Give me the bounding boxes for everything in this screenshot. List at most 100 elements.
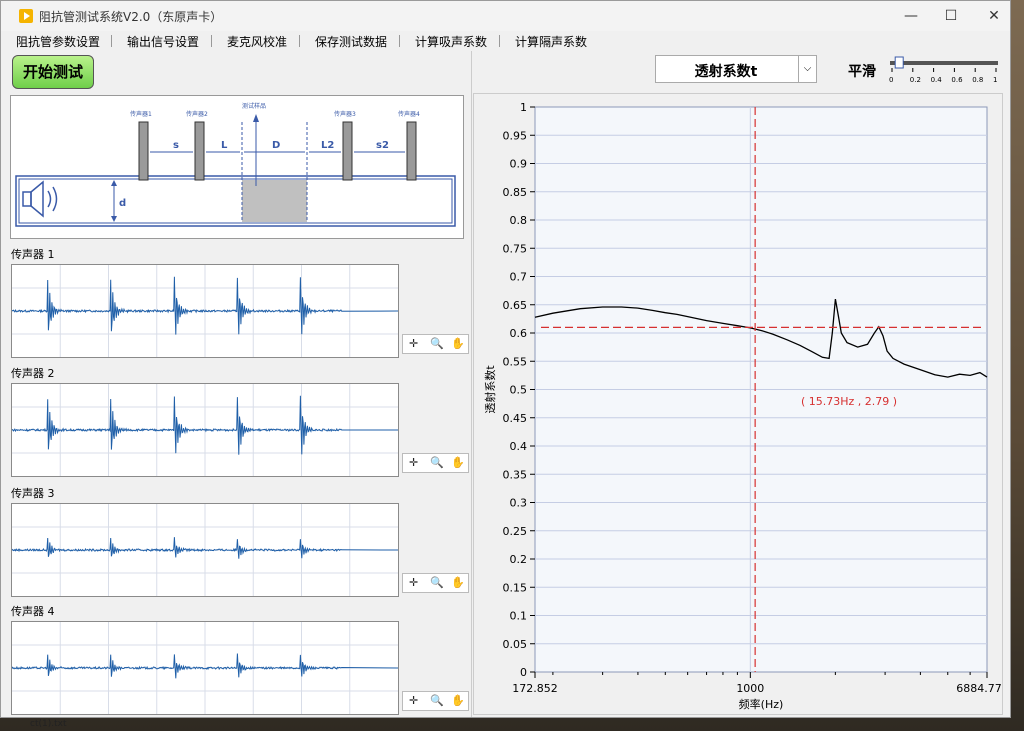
mic-label: 传声器4: [398, 110, 420, 118]
slider-tick-label: 1: [993, 76, 997, 84]
crosshair-icon[interactable]: ✛: [409, 694, 418, 707]
sample-label: 测试样品: [242, 102, 266, 110]
y-tick-label: 0.4: [510, 440, 528, 453]
scope-toolbar: ✛ 🔍 ✋: [402, 453, 469, 473]
menu-bar: 阻抗管参数设置 输出信号设置 麦克风校准 保存测试数据 计算吸声系数 计算隔声系…: [1, 31, 1010, 51]
slider-tick-label: 0.2: [910, 76, 921, 84]
impedance-tube-diagram: s L D L2 s2 d 传声器1 传声器2 传声器3 传声器4 测试样品: [10, 95, 464, 239]
y-tick-label: 0.35: [503, 468, 528, 481]
y-axis-label: 透射系数t: [483, 365, 497, 414]
speaker-icon: [22, 180, 58, 218]
window-title: 阻抗管测试系统V2.0（东原声卡）: [39, 10, 223, 24]
pan-hand-icon[interactable]: ✋: [451, 576, 465, 589]
menu-separator: [399, 35, 400, 47]
title-bar: 阻抗管测试系统V2.0（东原声卡） — ☐ ✕: [1, 1, 1010, 31]
waveform-scope[interactable]: [11, 621, 399, 715]
menu-mic-calibration[interactable]: 麦克风校准: [227, 33, 287, 50]
cursor-readout: ( 15.73Hz , 2.79 ): [801, 395, 897, 408]
pan-hand-icon[interactable]: ✋: [451, 456, 465, 469]
scope-label: 传声器 3: [11, 487, 55, 500]
y-tick-label: 0.1: [510, 610, 528, 623]
test-sample: [242, 180, 307, 222]
zoom-icon[interactable]: 🔍: [430, 337, 444, 350]
x-axis-label: 频率(Hz): [739, 697, 784, 711]
y-tick-label: 0.3: [510, 497, 528, 510]
slider-tick-label: 0.8: [972, 76, 983, 84]
app-logo-icon: [19, 9, 33, 23]
scope-label: 传声器 2: [11, 367, 55, 380]
minimize-button[interactable]: —: [901, 6, 921, 26]
slider-thumb[interactable]: [894, 56, 904, 69]
crosshair-icon[interactable]: ✛: [409, 337, 418, 350]
x-tick-label: 1000: [736, 682, 764, 695]
slider-tick-label: 0.4: [931, 76, 943, 84]
x-tick-label: 6884.77: [956, 682, 1002, 695]
menu-separator: [299, 35, 300, 47]
mic-label: 传声器3: [334, 110, 356, 118]
start-test-button[interactable]: 开始测试: [12, 55, 94, 89]
waveform-scope[interactable]: [11, 383, 399, 477]
plot-type-value: 透射系数t: [694, 64, 758, 80]
waveform-scope[interactable]: [11, 264, 399, 358]
y-tick-label: 0.9: [510, 158, 528, 171]
desktop-file-label: ct(1).txt: [30, 719, 67, 729]
menu-separator: [211, 35, 212, 47]
smooth-slider[interactable]: 0 0.2 0.4 0.6 0.8 1: [886, 55, 1001, 85]
maximize-button[interactable]: ☐: [941, 6, 961, 26]
dimension-label: s2: [376, 140, 389, 151]
scope-toolbar: ✛ 🔍 ✋: [402, 334, 469, 354]
y-tick-label: 0.05: [503, 638, 528, 651]
y-tick-label: 0.6: [510, 327, 528, 340]
y-tick-label: 0.95: [503, 129, 528, 142]
waveform-scope[interactable]: [11, 503, 399, 597]
scope-toolbar: ✛ 🔍 ✋: [402, 691, 469, 711]
y-tick-label: 0.25: [503, 525, 528, 538]
menu-separator: [499, 35, 500, 47]
pan-hand-icon[interactable]: ✋: [451, 694, 465, 707]
mic-label: 传声器1: [130, 110, 152, 118]
zoom-icon[interactable]: 🔍: [430, 694, 444, 707]
tube-diagram-svg: s L D L2 s2 d 传声器1 传声器2 传声器3 传声器4 测试样品: [15, 102, 456, 227]
dimension-label: L: [221, 140, 228, 151]
y-tick-label: 0.8: [510, 214, 528, 227]
transmission-chart[interactable]: 0 0.05 0.1 0.15 0.2 0.25 0.3 0.35 0.4 0.45 0.5 0.55…: [474, 94, 1004, 716]
dimension-label: L2: [321, 140, 334, 151]
y-tick-label: 0.7: [510, 271, 528, 284]
x-tick-label: 172.852: [512, 682, 558, 695]
menu-separator: [111, 35, 112, 47]
zoom-icon[interactable]: 🔍: [430, 576, 444, 589]
slider-track: [890, 61, 998, 65]
crosshair-icon[interactable]: ✛: [409, 456, 418, 469]
y-tick-label: 0.75: [503, 242, 528, 255]
dimension-label: d: [119, 198, 126, 209]
menu-save-data[interactable]: 保存测试数据: [315, 33, 387, 50]
smooth-label: 平滑: [848, 64, 876, 80]
y-tick-label: 0.15: [503, 581, 528, 594]
close-button[interactable]: ✕: [984, 6, 1004, 26]
menu-absorption[interactable]: 计算吸声系数: [415, 33, 487, 50]
y-tick-label: 0.55: [503, 355, 528, 368]
slider-tick-label: 0.6: [951, 76, 963, 84]
menu-tube-params[interactable]: 阻抗管参数设置: [16, 33, 100, 50]
scope-label: 传声器 4: [11, 605, 55, 618]
plot-type-select[interactable]: 透射系数t ⌵: [655, 55, 817, 83]
slider-tick-label: 0: [889, 76, 893, 84]
zoom-icon[interactable]: 🔍: [430, 456, 444, 469]
app-window: 阻抗管测试系统V2.0（东原声卡） — ☐ ✕ 阻抗管参数设置 输出信号设置 麦…: [0, 0, 1011, 718]
menu-output-signal[interactable]: 输出信号设置: [127, 33, 199, 50]
y-tick-label: 1: [520, 101, 527, 114]
scope-label: 传声器 1: [11, 248, 55, 261]
pan-hand-icon[interactable]: ✋: [451, 337, 465, 350]
chart-frame: 0 0.05 0.1 0.15 0.2 0.25 0.3 0.35 0.4 0.45 0.5 0.55…: [473, 93, 1003, 715]
y-tick-label: 0: [520, 666, 527, 679]
y-tick-label: 0.5: [510, 384, 528, 397]
mic-label: 传声器2: [186, 110, 208, 118]
dimension-label: s: [173, 140, 179, 151]
y-tick-label: 0.85: [503, 186, 528, 199]
crosshair-icon[interactable]: ✛: [409, 576, 418, 589]
y-tick-label: 0.45: [503, 412, 528, 425]
y-tick-label: 0.2: [510, 553, 528, 566]
menu-transmission-loss[interactable]: 计算隔声系数: [515, 33, 587, 50]
chevron-down-icon[interactable]: ⌵: [798, 56, 816, 82]
dimension-label: D: [272, 140, 280, 151]
